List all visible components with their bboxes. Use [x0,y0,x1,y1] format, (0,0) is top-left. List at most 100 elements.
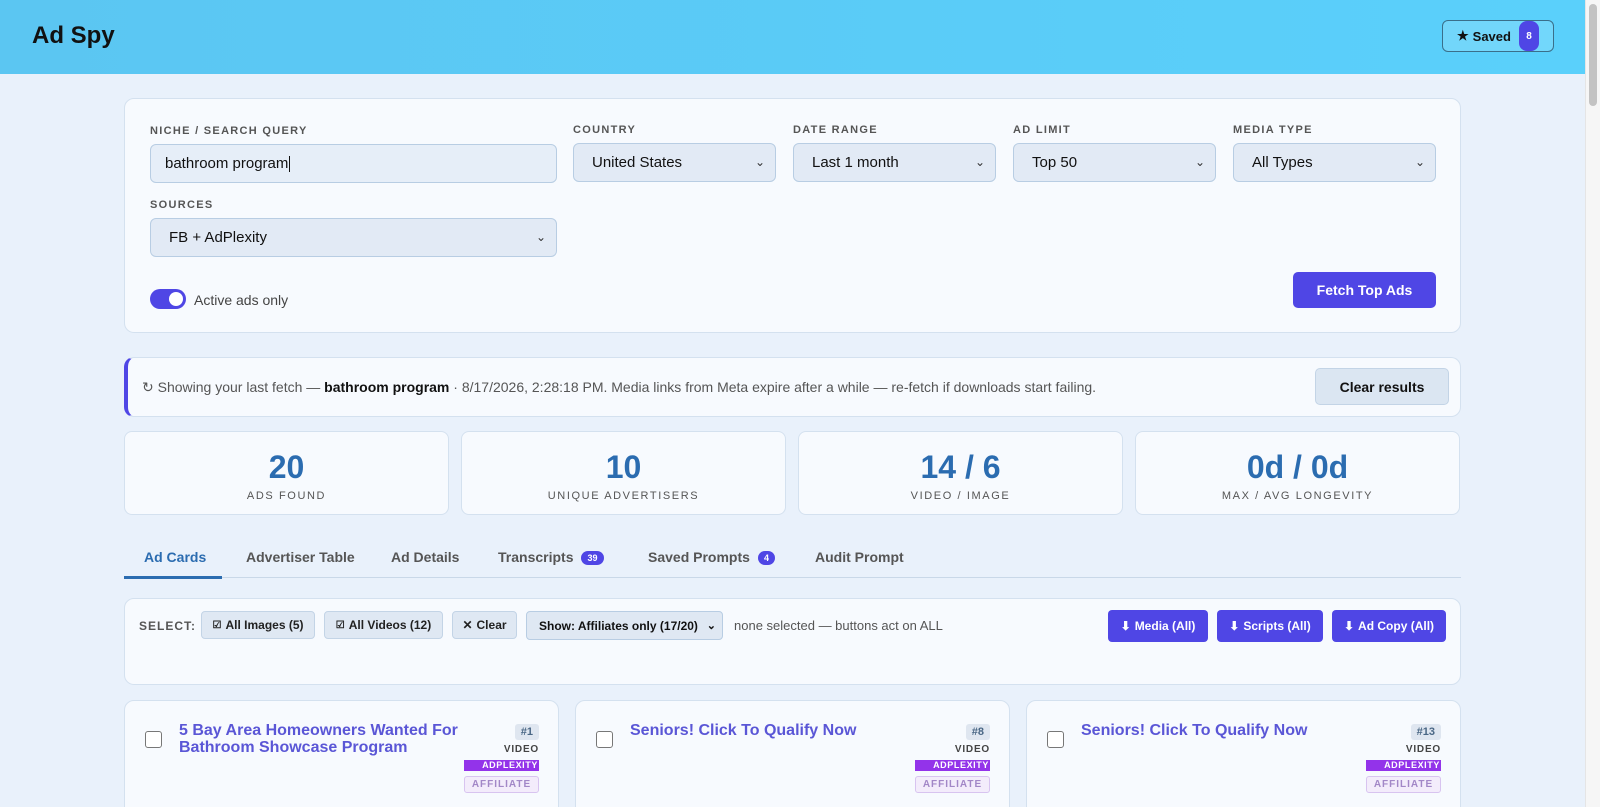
transcripts-count-badge: 39 [581,551,604,566]
scrollbar-thumb[interactable] [1589,4,1597,106]
download-scripts-label: Scripts (All) [1243,619,1311,633]
stat-label: ADS FOUND [246,490,327,502]
text-caret [289,155,291,172]
chevron-down-icon: ⌄ [535,230,546,244]
download-icon: ⬇ [1343,619,1355,633]
download-icon: ⬇ [1229,619,1240,633]
tab-ad-cards[interactable]: Ad Cards [144,549,206,565]
fetch-top-ads-button[interactable]: Fetch Top Ads [1293,272,1436,308]
sources-label: SOURCES [150,199,214,211]
last-fetch-query: bathroom program [324,379,450,395]
download-scripts-button[interactable]: ⬇ Scripts (All) [1217,610,1323,642]
last-fetch-banner: ↻ Showing your last fetch — bathroom pro… [124,357,1461,417]
app-title: Ad Spy [32,22,115,49]
selection-toolbar: SELECT: ☑ All Images (5) ☑ All Videos (12)… [124,598,1461,685]
media-type-select[interactable]: All Types ⌄ [1233,143,1436,182]
last-fetch-suffix: · 8/17/2026, 2:28:18 PM. Media links fro… [449,379,1097,395]
ad-media-type: VIDEO [954,744,990,755]
clear-results-button[interactable]: Clear results [1315,368,1449,405]
clear-selection-button[interactable]: ✕ Clear [452,611,517,639]
close-icon: ✕ [462,618,473,632]
stat-value: 20 [268,449,305,485]
query-label: NICHE / SEARCH QUERY [150,125,308,137]
ad-select-checkbox[interactable] [596,731,613,748]
last-fetch-prefix: ↻ Showing your last fetch — [142,379,325,395]
stat-longevity: 0d / 0d MAX / AVG LONGEVITY [1135,431,1460,515]
chevron-down-icon: ⌄ [1194,155,1205,169]
date-range-label: DATE RANGE [793,124,878,136]
view-tabs: Ad Cards Advertiser Table Ad Details Tra… [124,534,1461,579]
sources-select[interactable]: FB + AdPlexity ⌄ [150,218,557,257]
ad-card: Seniors! Click To Qualify Now #13 VIDEO … [1026,700,1461,807]
ad-source-badge: ADPLEXITY [1366,760,1441,771]
chevron-down-icon: ⌄ [754,155,765,169]
search-query-value: bathroom program [165,155,289,172]
show-filter-select[interactable]: Show: Affiliates only (17/20) ⌄ [526,611,723,640]
active-only-label: Active ads only [194,292,289,308]
select-all-videos-button[interactable]: ☑ All Videos (12) [324,611,443,639]
download-ad-copy-button[interactable]: ⬇ Ad Copy (All) [1332,610,1446,642]
tab-label: Saved Prompts [648,549,750,565]
ad-title[interactable]: 5 Bay Area Homeowners Wanted For Bathroo… [179,722,464,756]
sources-value: FB + AdPlexity [169,229,267,246]
ad-rank-badge: #1 [514,724,539,740]
checkbox-icon: ☑ [335,619,345,631]
stat-ads-found: 20 ADS FOUND [124,431,449,515]
date-range-select[interactable]: Last 1 month ⌄ [793,143,996,182]
toggle-knob [169,292,183,306]
ad-source-badge: ADPLEXITY [915,760,990,771]
chevron-down-icon: ⌄ [706,620,716,632]
ad-select-checkbox[interactable] [1047,731,1064,748]
stat-unique-advertisers: 10 UNIQUE ADVERTISERS [461,431,786,515]
active-tab-indicator [124,576,222,579]
country-value: United States [592,154,683,171]
ad-affiliate-tag: AFFILIATE [1366,776,1441,793]
tab-label: Transcripts [498,549,574,565]
chevron-down-icon: ⌄ [1414,155,1425,169]
star-icon: ★ [1457,28,1469,43]
stat-value: 10 [605,449,642,485]
tab-transcripts[interactable]: Transcripts 39 [498,549,604,566]
stat-value: 14 / 6 [920,449,1001,485]
ad-rank-badge: #8 [965,724,990,740]
saved-button[interactable]: ★ Saved 8 [1442,20,1554,52]
tab-ad-details[interactable]: Ad Details [391,549,459,565]
download-media-button[interactable]: ⬇ Media (All) [1108,610,1208,642]
select-all-videos-label: All Videos (12) [348,618,432,632]
ad-media-type: VIDEO [503,744,539,755]
tab-label: Advertiser Table [246,549,355,565]
ad-limit-select[interactable]: Top 50 ⌄ [1013,143,1216,182]
country-label: COUNTRY [573,124,637,136]
stat-label: MAX / AVG LONGEVITY [1221,490,1374,502]
chevron-down-icon: ⌄ [974,155,985,169]
show-filter-value: Show: Affiliates only (17/20) [539,618,698,633]
stat-value: 0d / 0d [1246,449,1349,485]
select-all-images-label: All Images (5) [225,618,304,632]
ad-limit-value: Top 50 [1032,154,1078,171]
tab-audit-prompt[interactable]: Audit Prompt [815,549,904,565]
ad-rank-badge: #13 [1410,724,1441,740]
stat-label: VIDEO / IMAGE [910,490,1011,502]
tab-label: Audit Prompt [815,549,904,565]
select-all-images-button[interactable]: ☑ All Images (5) [201,611,315,639]
saved-label: Saved [1472,28,1511,44]
page-scrollbar[interactable] [1585,0,1600,807]
ad-title[interactable]: Seniors! Click To Qualify Now [630,722,915,739]
stat-video-image: 14 / 6 VIDEO / IMAGE [798,431,1123,515]
search-query-input[interactable]: bathroom program [150,144,557,183]
clear-selection-label: Clear [476,618,507,632]
media-type-label: MEDIA TYPE [1233,124,1313,136]
ad-select-checkbox[interactable] [145,731,162,748]
stat-label: UNIQUE ADVERTISERS [547,490,700,502]
ad-affiliate-tag: AFFILIATE [915,776,990,793]
tab-saved-prompts[interactable]: Saved Prompts 4 [648,549,775,566]
tab-label: Ad Details [391,549,460,565]
country-select[interactable]: United States ⌄ [573,143,776,182]
saved-count-badge: 8 [1519,21,1539,51]
download-icon: ⬇ [1120,619,1131,633]
tab-advertiser-table[interactable]: Advertiser Table [246,549,355,565]
active-only-toggle[interactable] [150,289,186,309]
ad-title[interactable]: Seniors! Click To Qualify Now [1081,722,1366,739]
ad-media-type: VIDEO [1405,744,1441,755]
download-ad-copy-label: Ad Copy (All) [1358,619,1435,633]
